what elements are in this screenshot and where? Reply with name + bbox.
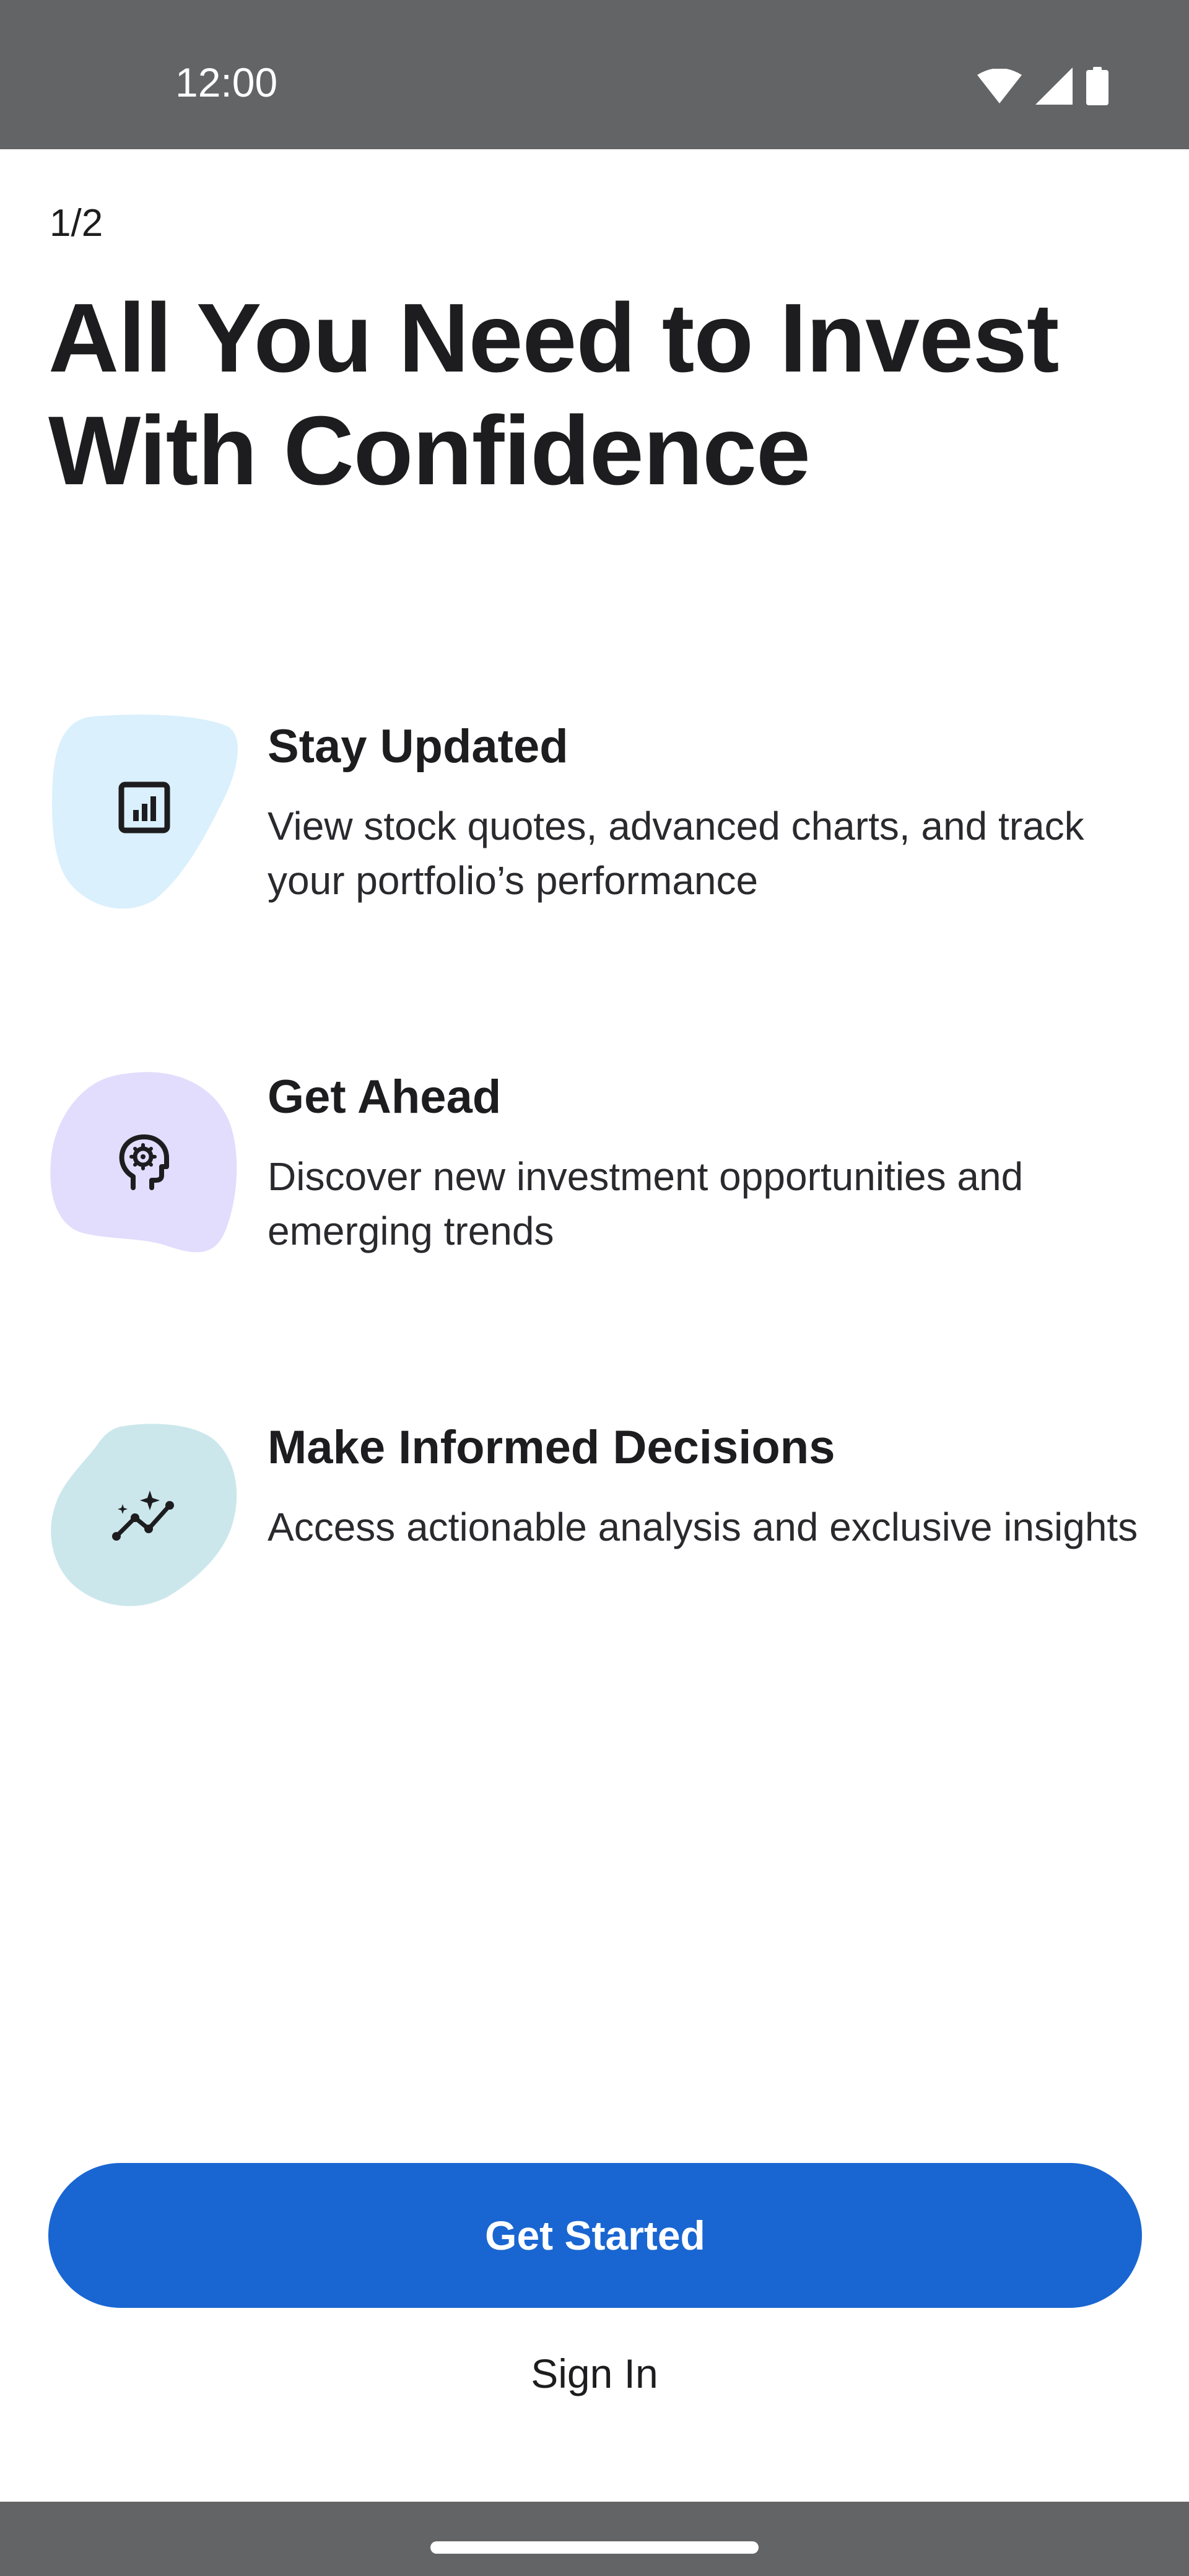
feature-description: Access actionable analysis and exclusive…: [268, 1505, 1138, 1549]
feature-icon-blob: [50, 1069, 239, 1258]
signal-icon: [1035, 67, 1073, 108]
get-started-label: Get Started: [485, 2213, 705, 2258]
sign-in-button[interactable]: Sign In: [0, 2353, 1189, 2394]
page-counter: 1/2: [50, 202, 103, 245]
feature-title: Make Informed Decisions: [268, 1421, 835, 1474]
feature-description: View stock quotes, advanced charts, and …: [268, 804, 1084, 903]
feature-description: Discover new investment opportunities an…: [268, 1154, 1024, 1253]
status-bar: 12:00: [0, 0, 1189, 149]
head-gear-icon: [118, 1134, 170, 1193]
navigation-bar: [0, 2502, 1189, 2576]
battery-icon: [1086, 67, 1108, 108]
status-icons: [977, 67, 1108, 108]
home-indicator[interactable]: [430, 2541, 759, 2554]
feature-icon-blob: [50, 714, 239, 909]
feature-title: Get Ahead: [268, 1071, 502, 1123]
feature-title: Stay Updated: [268, 720, 568, 773]
bar-chart-icon: [118, 781, 170, 837]
get-started-button[interactable]: Get Started: [48, 2163, 1142, 2308]
feature-icon-blob: [50, 1424, 239, 1613]
sparkle-trend-icon: [110, 1489, 178, 1548]
status-time: 12:00: [175, 59, 278, 105]
page-title: All You Need to Invest With Confidence: [48, 284, 1059, 505]
wifi-icon: [977, 68, 1022, 107]
